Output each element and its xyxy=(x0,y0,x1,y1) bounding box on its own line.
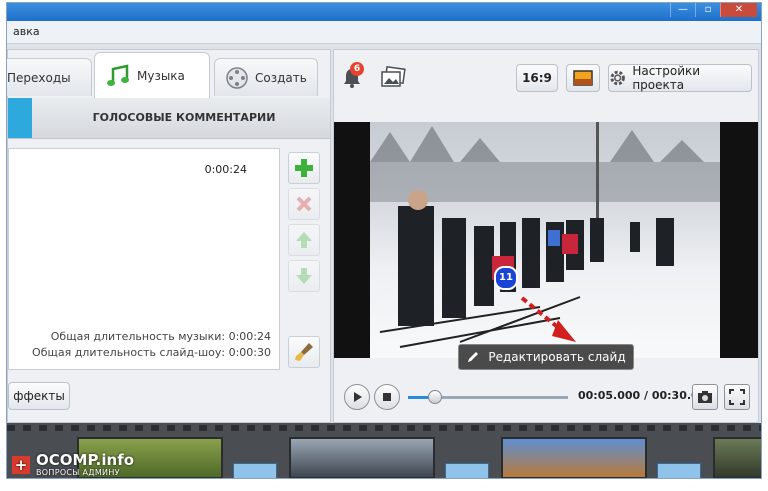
transition-thumbnail[interactable] xyxy=(233,463,277,478)
clean-button[interactable] xyxy=(288,336,320,368)
plus-icon xyxy=(295,159,313,177)
transition-thumbnail[interactable] xyxy=(445,463,489,478)
play-icon xyxy=(354,392,362,402)
move-down-button[interactable] xyxy=(288,260,320,292)
site-watermark: + OCOMP.info ВОПРОСЫ АДМИНУ xyxy=(12,450,134,480)
tab-transitions[interactable]: Переходы xyxy=(7,58,92,96)
menu-bar: авка xyxy=(7,21,761,44)
brush-icon xyxy=(295,343,313,361)
timeline-handle[interactable] xyxy=(428,390,443,404)
cross-icon: + xyxy=(12,456,30,474)
close-icon[interactable]: ✕ xyxy=(720,3,757,17)
snapshot-button[interactable] xyxy=(692,384,718,410)
watermark-subtitle: ВОПРОСЫ АДМИНУ xyxy=(36,468,120,477)
camera-icon xyxy=(698,391,712,403)
aspect-ratio-label: 16:9 xyxy=(522,71,552,85)
gear-icon xyxy=(610,70,625,86)
add-button[interactable] xyxy=(288,152,320,184)
aspect-ratio-button[interactable]: 16:9 xyxy=(516,64,558,92)
voice-comments-list[interactable]: 0:00:24 Общая длительность музыки: 0:00:… xyxy=(8,148,280,370)
step-marker: 11 xyxy=(494,266,518,290)
delete-button[interactable] xyxy=(288,188,320,220)
music-note-icon xyxy=(107,63,129,86)
tab-transitions-label: Переходы xyxy=(7,70,71,85)
maximize-icon[interactable]: ▫ xyxy=(695,3,720,17)
stop-button[interactable] xyxy=(374,384,400,410)
edit-slide-button[interactable]: Редактировать слайд xyxy=(458,344,634,370)
window-controls: — ▫ ✕ xyxy=(670,3,757,19)
tab-create-label: Создать xyxy=(255,70,307,85)
x-icon xyxy=(296,196,312,212)
total-slideshow-duration: Общая длительность слайд-шоу: 0:00:30 xyxy=(32,346,271,359)
preview-panel: 6 16:9 Настройки проекта 11 Редактироват… xyxy=(333,49,759,423)
header-accent xyxy=(8,98,32,138)
fullscreen-icon xyxy=(729,389,745,405)
fullscreen-button[interactable] xyxy=(724,384,750,410)
slide-thumbnail[interactable] xyxy=(713,437,761,478)
effects-button[interactable]: ффекты xyxy=(8,382,70,410)
transition-thumbnail[interactable] xyxy=(657,463,701,478)
play-button[interactable] xyxy=(344,384,370,410)
slide-thumbnail[interactable] xyxy=(289,437,435,478)
move-up-button[interactable] xyxy=(288,224,320,256)
ski-race-photo xyxy=(370,122,720,348)
tab-create[interactable]: Создать xyxy=(214,58,318,96)
slide-preview[interactable]: 11 Редактировать слайд xyxy=(334,122,758,370)
playback-controls: 00:05.000 / 00:30.000 xyxy=(334,376,758,416)
project-settings-button[interactable]: Настройки проекта xyxy=(608,64,752,92)
playback-timeline[interactable] xyxy=(408,390,568,404)
list-item-duration[interactable]: 0:00:24 xyxy=(205,163,247,176)
tab-bar: Переходы Музыка Создать xyxy=(7,50,330,98)
film-perforation xyxy=(7,425,761,431)
project-settings-label: Настройки проекта xyxy=(632,64,701,92)
totals: Общая длительность музыки: 0:00:24 Общая… xyxy=(32,329,271,361)
app-window: — ▫ ✕ авка Переходы Музыка Создать ГОЛОС… xyxy=(6,2,762,479)
slide-thumbnail[interactable] xyxy=(501,437,647,478)
image-icon[interactable] xyxy=(380,66,406,90)
watermark-name: OCOMP.info xyxy=(36,451,135,469)
slide-photo xyxy=(370,122,720,358)
landscape-icon xyxy=(573,70,593,86)
voice-comments-header[interactable]: ГОЛОСОВЫЕ КОММЕНТАРИИ xyxy=(8,98,330,139)
film-reel-icon xyxy=(226,66,248,89)
arrow-up-icon xyxy=(296,232,312,248)
voice-comments-title: ГОЛОСОВЫЕ КОММЕНТАРИИ xyxy=(92,111,276,124)
stop-icon xyxy=(383,393,391,401)
background-button[interactable] xyxy=(566,64,600,92)
music-panel: Переходы Музыка Создать ГОЛОСОВЫЕ КОММЕН… xyxy=(7,49,331,423)
minimize-icon[interactable]: — xyxy=(670,3,695,17)
arrow-down-icon xyxy=(296,268,312,284)
title-bar: — ▫ ✕ xyxy=(7,3,761,21)
menu-item-insert[interactable]: авка xyxy=(13,25,40,38)
total-music-duration: Общая длительность музыки: 0:00:24 xyxy=(50,330,271,343)
watermark-text: OCOMP.info ВОПРОСЫ АДМИНУ xyxy=(36,451,135,478)
pencil-icon xyxy=(468,352,479,362)
notification-badge: 6 xyxy=(350,62,364,76)
tab-music-label: Музыка xyxy=(137,68,185,83)
tab-music[interactable]: Музыка xyxy=(94,52,210,98)
edit-slide-label: Редактировать слайд xyxy=(488,350,626,364)
